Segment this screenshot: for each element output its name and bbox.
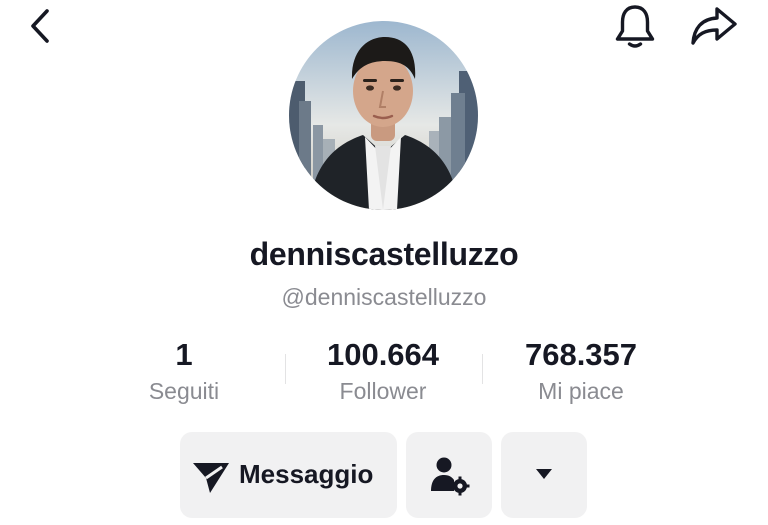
stats-divider bbox=[482, 354, 483, 384]
friend-settings-button[interactable] bbox=[406, 432, 492, 518]
avatar-photo bbox=[289, 21, 478, 210]
likes-count: 768.357 bbox=[524, 337, 638, 372]
followers-count: 100.664 bbox=[326, 337, 440, 372]
back-button[interactable] bbox=[22, 6, 62, 46]
message-button[interactable]: Messaggio bbox=[180, 432, 397, 518]
caret-down-icon bbox=[536, 469, 552, 479]
followers-label: Follower bbox=[339, 378, 427, 404]
username-handle: @denniscastelluzzo bbox=[281, 284, 487, 310]
avatar[interactable] bbox=[289, 21, 478, 210]
share-arrow-icon bbox=[691, 7, 737, 45]
share-button[interactable] bbox=[688, 2, 740, 48]
chevron-left-icon bbox=[31, 9, 49, 43]
likes-label: Mi piace bbox=[538, 378, 624, 404]
stats-row: 1 Seguiti 100.664 Follower 768.357 Mi pi… bbox=[0, 336, 768, 408]
following-count: 1 bbox=[175, 337, 193, 372]
more-options-button[interactable] bbox=[501, 432, 587, 518]
followers-stat[interactable]: 100.664 Follower bbox=[298, 336, 468, 408]
paper-plane-icon bbox=[193, 463, 229, 493]
profile-screen: denniscastelluzzo @denniscastelluzzo 1 S… bbox=[0, 0, 768, 525]
bell-icon bbox=[615, 5, 655, 48]
following-label: Seguiti bbox=[148, 378, 220, 404]
likes-stat[interactable]: 768.357 Mi piace bbox=[496, 336, 666, 408]
notification-bell-button[interactable] bbox=[612, 2, 658, 50]
display-name: denniscastelluzzo bbox=[249, 236, 519, 272]
message-button-label: Messaggio bbox=[239, 459, 374, 489]
following-stat[interactable]: 1 Seguiti bbox=[124, 336, 244, 408]
stats-divider bbox=[285, 354, 286, 384]
person-settings-icon bbox=[431, 457, 470, 496]
